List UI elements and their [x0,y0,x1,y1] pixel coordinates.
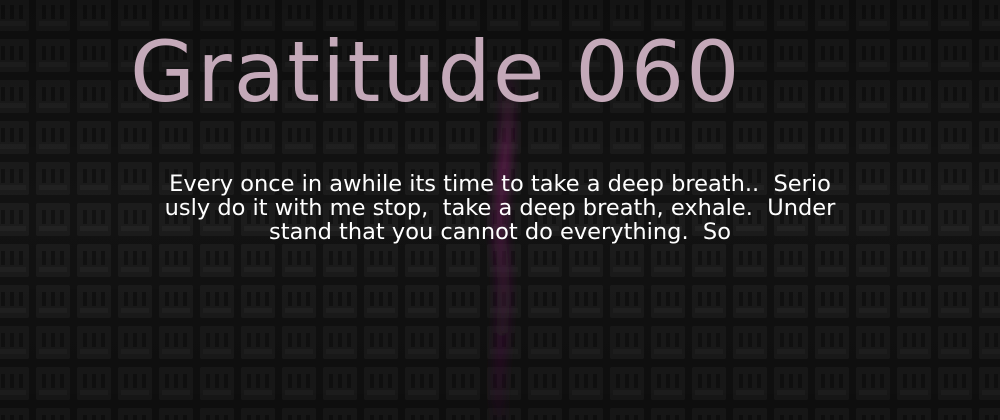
post-title: Gratitude 060 [130,23,742,121]
description-line: usly do it with me stop, take a deep bre… [164,195,836,221]
post-description: Every once in awhile its time to take a … [90,172,910,244]
description-line: Every once in awhile its time to take a … [169,171,831,197]
social-preview-card: Gratitude 060 Every once in awhile its t… [0,0,1000,420]
description-line: stand that you cannot do everything. So [269,219,731,245]
